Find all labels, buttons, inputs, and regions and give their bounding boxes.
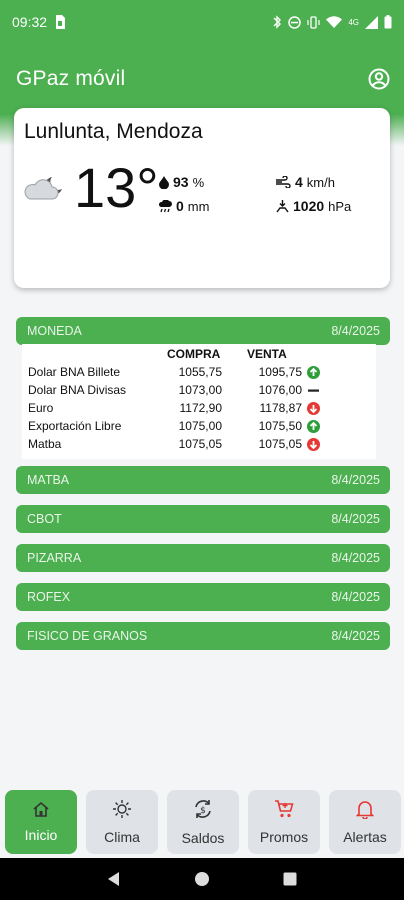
section-rofex[interactable]: ROFEX 8/4/2025 — [16, 583, 390, 611]
sim-card-icon — [56, 15, 66, 29]
rain-value: 0 — [176, 198, 184, 214]
nav-label: Inicio — [24, 827, 58, 843]
app-bar: GPaz móvil — [0, 44, 404, 114]
pressure-value: 1020 — [293, 198, 325, 214]
pressure-unit: hPa — [328, 198, 352, 214]
bluetooth-icon — [273, 15, 282, 29]
currency-exchange-icon: $ — [195, 800, 211, 818]
row-compra: 1055,75 — [178, 365, 222, 379]
table-row[interactable]: Euro 1172,90 1178,87 — [22, 400, 376, 418]
weather-metrics-right: 4 km/h 1020 hPa — [276, 170, 351, 218]
humidity-unit: % — [192, 174, 205, 190]
wind-value: 4 — [295, 174, 303, 190]
row-compra: 1172,90 — [179, 401, 223, 415]
home-circle-icon[interactable] — [194, 871, 210, 887]
table-row[interactable]: Dolar BNA Divisas 1073,00 1076,00 — [22, 382, 376, 400]
row-venta: 1095,75 — [258, 365, 302, 379]
wifi-icon — [326, 15, 343, 28]
network-label: 4G — [348, 17, 359, 27]
cart-icon — [275, 800, 294, 818]
trend-up-icon — [307, 366, 320, 379]
row-name: Dolar BNA Divisas — [28, 383, 127, 397]
section-title: MATBA — [27, 473, 70, 487]
bottom-navigation: Inicio Clima $ Saldos Promos Alertas — [0, 786, 404, 858]
temperature: 13° — [74, 156, 159, 219]
battery-icon — [384, 15, 392, 29]
status-bar: 09:32 4G — [0, 0, 404, 44]
column-compra: COMPRA — [167, 347, 221, 361]
section-date: 8/4/2025 — [331, 629, 380, 643]
row-compra: 1075,05 — [178, 437, 222, 451]
svg-text:$: $ — [200, 806, 206, 816]
wind-icon — [276, 176, 291, 188]
trend-down-icon — [307, 438, 320, 451]
sun-icon — [113, 800, 131, 818]
nav-label: Saldos — [181, 830, 225, 846]
clock: 09:32 — [12, 14, 48, 30]
section-title: FISICO DE GRANOS — [27, 629, 148, 643]
row-venta: 1076,00 — [258, 383, 302, 397]
section-matba[interactable]: MATBA 8/4/2025 — [16, 466, 390, 494]
trend-up-icon — [307, 420, 320, 433]
section-date: 8/4/2025 — [331, 590, 380, 604]
cloudy-night-icon — [24, 177, 62, 200]
wind-unit: km/h — [306, 174, 335, 190]
do-not-disturb-icon — [288, 15, 302, 29]
row-compra: 1073,00 — [178, 383, 222, 397]
nav-inicio[interactable]: Inicio — [5, 790, 77, 854]
trend-flat-icon — [308, 389, 319, 392]
section-date: 8/4/2025 — [331, 324, 380, 338]
row-name: Exportación Libre — [28, 419, 122, 433]
section-date: 8/4/2025 — [331, 512, 380, 526]
section-fisico-de-granos[interactable]: FISICO DE GRANOS 8/4/2025 — [16, 622, 390, 650]
weather-city: Lunlunta, Mendoza — [24, 120, 203, 143]
nav-alertas[interactable]: Alertas — [329, 790, 401, 854]
weather-card[interactable]: Lunlunta, Mendoza 13° 93 % 0 mm 4 km/h 1… — [14, 108, 390, 288]
nav-label: Clima — [104, 829, 140, 845]
table-row[interactable]: Dolar BNA Billete 1055,75 1095,75 — [22, 364, 376, 382]
home-icon — [33, 801, 49, 817]
row-name: Euro — [28, 401, 54, 415]
recents-icon[interactable] — [283, 872, 297, 886]
row-name: Dolar BNA Billete — [28, 365, 121, 379]
section-title: ROFEX — [27, 590, 71, 604]
section-date: 8/4/2025 — [331, 473, 380, 487]
bell-icon — [356, 801, 374, 819]
vibrate-icon — [307, 15, 320, 29]
weather-metrics-left: 93 % 0 mm — [159, 170, 209, 218]
humidity-drop-icon — [159, 175, 169, 189]
system-navigation-bar — [0, 858, 404, 900]
rain-icon — [159, 199, 172, 212]
section-moneda[interactable]: MONEDA 8/4/2025 — [16, 317, 390, 345]
column-venta: VENTA — [247, 347, 287, 361]
nav-label: Promos — [259, 829, 309, 845]
section-title: CBOT — [27, 512, 62, 526]
table-row[interactable]: Exportación Libre 1075,00 1075,50 — [22, 418, 376, 436]
section-title: PIZARRA — [27, 551, 82, 565]
section-date: 8/4/2025 — [331, 551, 380, 565]
app-title: GPaz móvil — [16, 67, 126, 90]
nav-promos[interactable]: Promos — [248, 790, 320, 854]
row-venta: 1075,05 — [258, 437, 302, 451]
signal-icon — [365, 15, 378, 29]
pressure-icon — [276, 199, 289, 212]
humidity-value: 93 — [173, 174, 189, 190]
nav-saldos[interactable]: $ Saldos — [167, 790, 239, 854]
back-icon[interactable] — [107, 871, 121, 887]
rain-unit: mm — [187, 198, 210, 214]
trend-down-icon — [307, 402, 320, 415]
row-compra: 1075,00 — [178, 419, 222, 433]
nav-label: Alertas — [343, 829, 387, 845]
section-title: MONEDA — [27, 324, 82, 338]
row-name: Matba — [28, 437, 62, 451]
currency-table: COMPRA VENTA Dolar BNA Billete 1055,75 1… — [22, 344, 376, 459]
account-circle-icon[interactable] — [368, 68, 390, 90]
section-pizarra[interactable]: PIZARRA 8/4/2025 — [16, 544, 390, 572]
row-venta: 1178,87 — [259, 401, 303, 415]
section-cbot[interactable]: CBOT 8/4/2025 — [16, 505, 390, 533]
row-venta: 1075,50 — [258, 419, 302, 433]
table-row[interactable]: Matba 1075,05 1075,05 — [22, 436, 376, 454]
nav-clima[interactable]: Clima — [86, 790, 158, 854]
